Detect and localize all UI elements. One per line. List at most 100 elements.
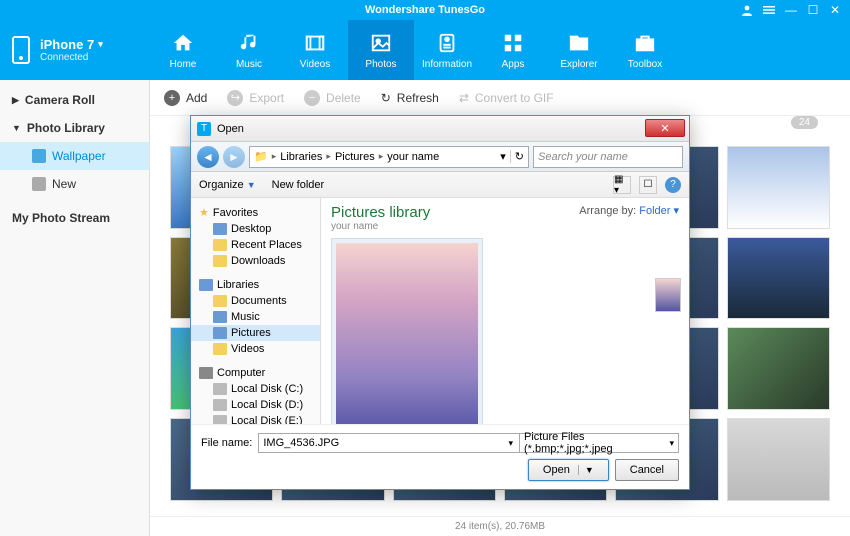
device-panel[interactable]: iPhone 7 ▾ Connected (0, 20, 150, 80)
dialog-toolbar: Organize ▼ New folder ▦ ▾ ☐ ? (191, 172, 689, 198)
nav-videos[interactable]: Videos (282, 20, 348, 80)
photo-thumb[interactable] (727, 418, 830, 501)
star-icon: ★ (199, 206, 209, 219)
library-subtitle: your name (331, 221, 430, 232)
sidebar-wallpaper[interactable]: Wallpaper (0, 142, 149, 170)
phone-icon (12, 36, 30, 64)
cancel-button[interactable]: Cancel (615, 459, 679, 481)
sidebar-camera-roll[interactable]: ▶Camera Roll (0, 86, 149, 114)
tree-music[interactable]: Music (191, 309, 320, 325)
dialog-titlebar[interactable]: TOpen ✕ (191, 116, 689, 142)
refresh-icon: ↻ (381, 91, 391, 105)
recent-icon (213, 239, 227, 251)
device-status: Connected (40, 52, 103, 63)
tree-disk-d[interactable]: Local Disk (D:) (191, 397, 320, 413)
nav-forward-button[interactable]: ► (223, 146, 245, 168)
plus-icon: + (164, 90, 180, 106)
photo-thumb[interactable] (727, 146, 830, 229)
window-titlebar: Wondershare TunesGo — ☐ ✕ (0, 0, 850, 20)
add-button[interactable]: +Add (164, 90, 207, 106)
folder-icon (32, 149, 46, 163)
nav-information[interactable]: Information (414, 20, 480, 80)
nav-explorer[interactable]: Explorer (546, 20, 612, 80)
help-button[interactable]: ? (665, 177, 681, 193)
app-dialog-icon: T (197, 122, 211, 136)
sidebar-my-photo-stream[interactable]: My Photo Stream (0, 204, 149, 232)
documents-icon (213, 295, 227, 307)
videos-folder-icon (213, 343, 227, 355)
nav-photos[interactable]: Photos (348, 20, 414, 80)
library-title: Pictures library (331, 204, 430, 221)
nav-apps[interactable]: Apps (480, 20, 546, 80)
downloads-icon (213, 255, 227, 267)
sidebar-new[interactable]: New (0, 170, 149, 198)
tree-disk-e[interactable]: Local Disk (E:) (191, 413, 320, 424)
tree-favorites[interactable]: ★Favorites (191, 204, 320, 221)
tree-documents[interactable]: Documents (191, 293, 320, 309)
music-icon (237, 31, 261, 55)
video-icon (303, 31, 327, 55)
tree-disk-c[interactable]: Local Disk (C:) (191, 381, 320, 397)
view-options-button[interactable]: ▦ ▾ (613, 176, 631, 194)
minimize-icon[interactable]: — (784, 3, 798, 17)
new-folder-button[interactable]: New folder (272, 179, 325, 191)
dialog-navbar: ◄ ► 📁 ▸ Libraries ▸ Pictures ▸ your name… (191, 142, 689, 172)
refresh-button[interactable]: ↻Refresh (381, 91, 439, 105)
count-badge: 24 (791, 116, 818, 129)
nav-toolbox[interactable]: Toolbox (612, 20, 678, 80)
gif-icon: ⇄ (459, 91, 469, 105)
dialog-search-input[interactable]: Search your name (533, 146, 683, 168)
breadcrumb-path[interactable]: 📁 ▸ Libraries ▸ Pictures ▸ your name ▾ ↻ (249, 146, 529, 168)
tree-desktop[interactable]: Desktop (191, 221, 320, 237)
tree-computer[interactable]: Computer (191, 365, 320, 381)
explorer-icon (567, 31, 591, 55)
folder-tree: ★Favorites Desktop Recent Places Downloa… (191, 198, 321, 424)
disk-icon (213, 415, 227, 424)
folder-icon: 📁 (254, 150, 268, 163)
menu-icon[interactable] (762, 3, 776, 17)
filename-input[interactable] (258, 433, 520, 453)
arrange-by[interactable]: Arrange by: Folder ▾ (579, 204, 679, 217)
tree-videos[interactable]: Videos (191, 341, 320, 357)
user-icon[interactable] (740, 3, 754, 17)
apps-icon (501, 31, 525, 55)
main-nav: Home Music Videos Photos Information App… (150, 20, 850, 80)
organize-button[interactable]: Organize ▼ (199, 179, 256, 191)
dialog-close-button[interactable]: ✕ (645, 119, 685, 137)
maximize-icon[interactable]: ☐ (806, 3, 820, 17)
export-icon: ↪ (227, 90, 243, 106)
device-name: iPhone 7 ▾ (40, 37, 103, 52)
convert-gif-button[interactable]: ⇄Convert to GIF (459, 91, 554, 105)
export-button[interactable]: ↪Export (227, 90, 284, 106)
toolbox-icon (633, 31, 657, 55)
disk-icon (213, 383, 227, 395)
header: iPhone 7 ▾ Connected Home Music Videos P… (0, 20, 850, 80)
home-icon (171, 31, 195, 55)
tree-libraries[interactable]: Libraries (191, 277, 320, 293)
nav-music[interactable]: Music (216, 20, 282, 80)
nav-back-button[interactable]: ◄ (197, 146, 219, 168)
filename-label: File name: (201, 437, 252, 449)
libraries-icon (199, 279, 213, 291)
photo-thumb[interactable] (727, 327, 830, 410)
open-dialog: TOpen ✕ ◄ ► 📁 ▸ Libraries ▸ Pictures ▸ y… (190, 115, 690, 490)
info-icon (435, 31, 459, 55)
pictures-folder-icon (213, 327, 227, 339)
tree-recent[interactable]: Recent Places (191, 237, 320, 253)
tree-pictures[interactable]: Pictures (191, 325, 320, 341)
desktop-icon (213, 223, 227, 235)
disk-icon (213, 399, 227, 411)
file-item[interactable]: IMG_4536.JPG (331, 238, 483, 424)
file-list-pane: Pictures library your name Arrange by: F… (321, 198, 689, 424)
sidebar-photo-library[interactable]: ▼Photo Library (0, 114, 149, 142)
sidebar: ▶Camera Roll ▼Photo Library Wallpaper Ne… (0, 80, 150, 536)
tree-downloads[interactable]: Downloads (191, 253, 320, 269)
close-icon[interactable]: ✕ (828, 3, 842, 17)
nav-home[interactable]: Home (150, 20, 216, 80)
filetype-dropdown[interactable]: Picture Files (*.bmp;*.jpg;*.jpeg▾ (519, 433, 679, 453)
preview-pane-button[interactable]: ☐ (639, 176, 657, 194)
photo-thumb[interactable] (727, 237, 830, 320)
folder-icon (32, 177, 46, 191)
delete-button[interactable]: −Delete (304, 90, 361, 106)
open-button[interactable]: Open▼ (528, 459, 609, 481)
